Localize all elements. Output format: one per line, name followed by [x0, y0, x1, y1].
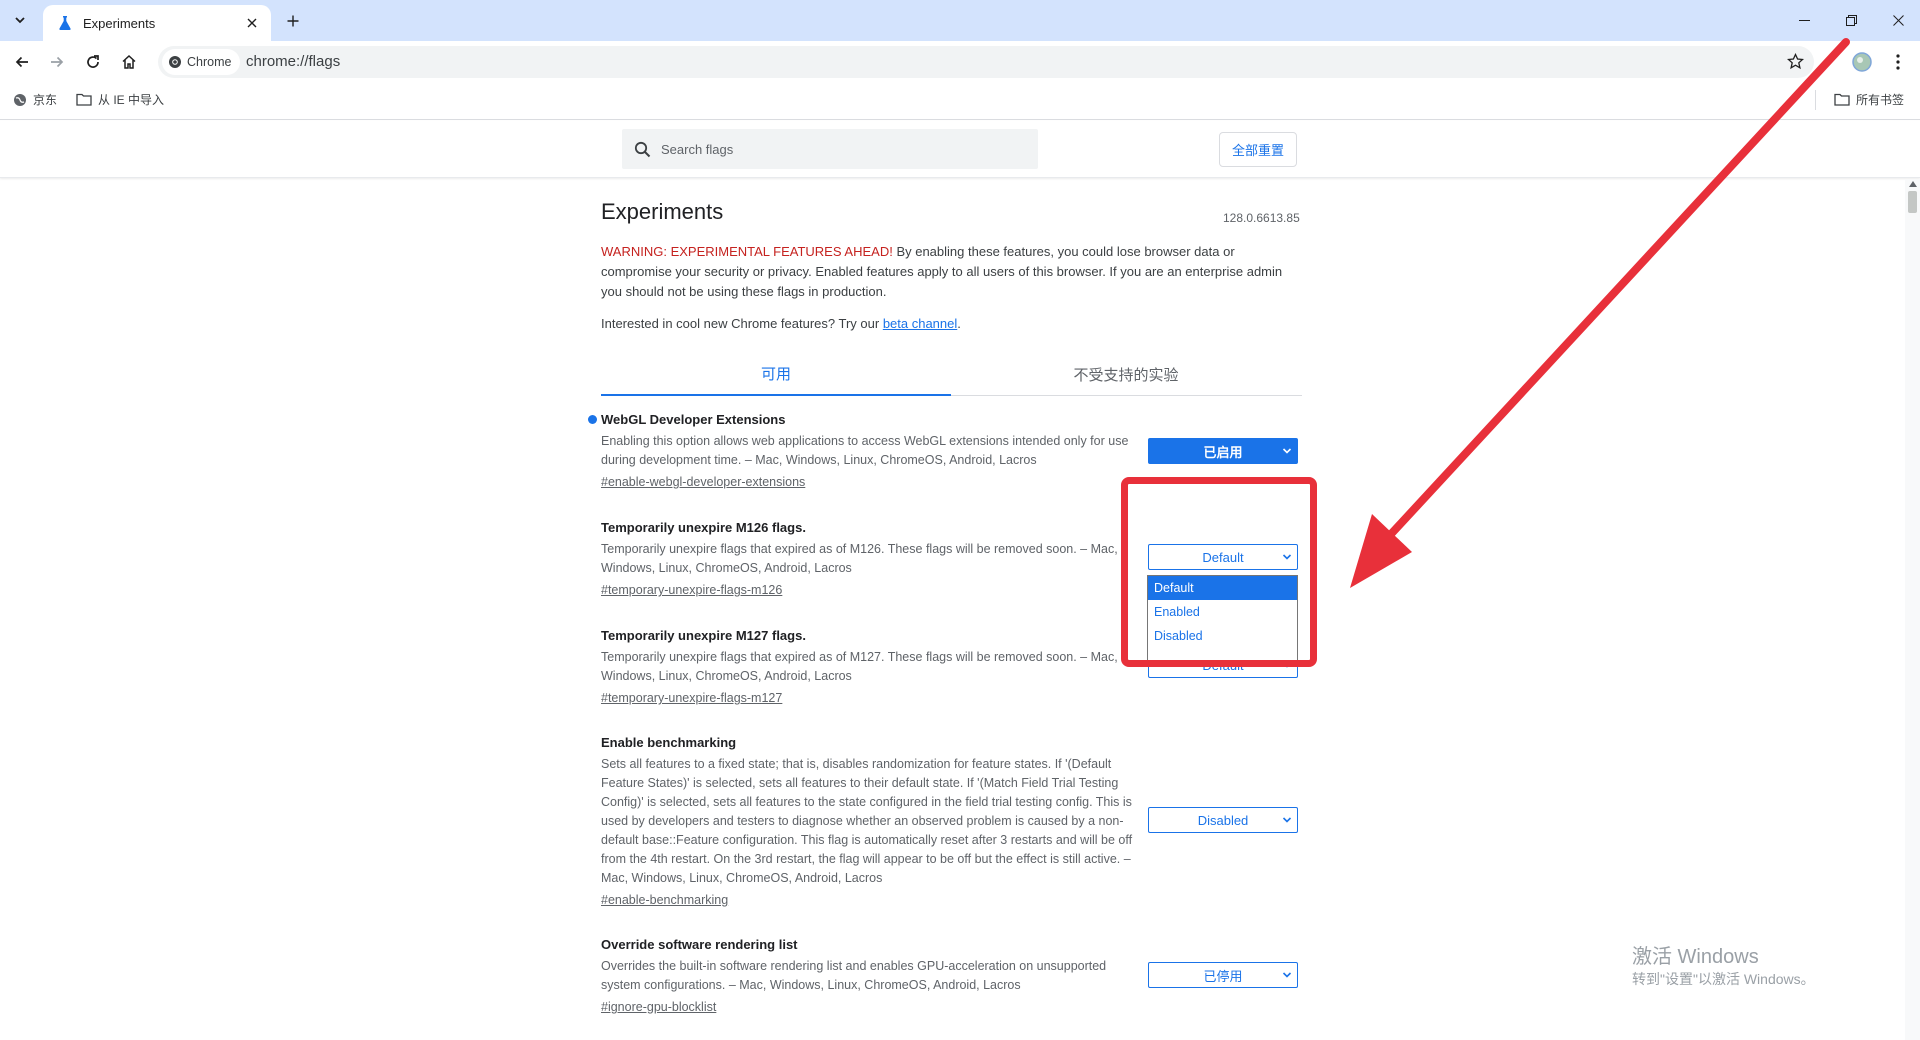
interest-end: . [957, 316, 961, 331]
home-icon [122, 54, 136, 69]
page-title: Experiments [601, 199, 724, 224]
flag-enable-benchmarking: Enable benchmarking Sets all features to… [601, 734, 1301, 909]
close-window-button[interactable] [1876, 0, 1920, 41]
flag-select[interactable]: Disabled [1148, 807, 1298, 833]
folder-icon [76, 93, 92, 106]
kebab-menu-icon [1896, 54, 1900, 70]
flag-select[interactable]: 已启用 [1148, 438, 1298, 464]
restore-button[interactable] [1829, 0, 1873, 41]
chevron-down-icon [1282, 817, 1292, 823]
search-icon [634, 141, 651, 157]
close-icon [1892, 15, 1904, 26]
warning-heading: WARNING: EXPERIMENTAL FEATURES AHEAD! [601, 244, 893, 259]
select-value: 已停用 [1203, 968, 1243, 984]
folder-icon [1834, 93, 1850, 106]
bookmark-import-ie[interactable]: 从 IE 中导入 [76, 91, 164, 108]
arrow-left-icon [15, 56, 28, 68]
minimize-icon [1798, 20, 1810, 21]
flag-link[interactable]: #temporary-unexpire-flags-m127 [601, 689, 1301, 707]
home-button[interactable] [116, 49, 142, 75]
beta-channel-link[interactable]: beta channel [883, 316, 957, 331]
url-text[interactable]: chrome://flags [246, 53, 340, 70]
restore-icon [1845, 15, 1857, 26]
profile-avatar[interactable] [1849, 49, 1875, 75]
flag-description: Temporarily unexpire flags that expired … [601, 542, 1118, 575]
bookmark-label: 京东 [33, 93, 58, 107]
avatar-icon [1852, 52, 1872, 72]
select-value: 已启用 [1203, 444, 1243, 460]
bookmarks-divider [1815, 90, 1816, 110]
tab-search-button[interactable] [7, 7, 33, 33]
scroll-up-arrow-icon[interactable] [1909, 181, 1917, 187]
flask-icon [59, 16, 71, 30]
bookmarks-bar: 京东 从 IE 中导入 所有书签 [0, 82, 1920, 120]
search-box[interactable] [622, 129, 1038, 169]
chevron-down-icon [1282, 448, 1292, 454]
menu-button[interactable] [1885, 49, 1911, 75]
flag-link[interactable]: #enable-benchmarking [601, 891, 1301, 909]
bookmark-label: 从 IE 中导入 [98, 93, 165, 107]
reset-all-button[interactable]: 全部重置 [1219, 132, 1297, 167]
plus-icon [287, 15, 299, 27]
version-label: 128.0.6613.85 [1223, 211, 1300, 225]
annotation-highlight-box [1121, 477, 1317, 667]
chevron-down-icon [15, 17, 25, 24]
address-bar[interactable]: Chrome chrome://flags [158, 46, 1814, 78]
scroll-thumb[interactable] [1908, 191, 1917, 213]
minimize-button[interactable] [1782, 0, 1826, 41]
tab-experiments[interactable]: Experiments [43, 5, 271, 41]
flags-content: Experiments 128.0.6613.85 WARNING: EXPER… [0, 179, 1905, 1040]
bookmark-jd[interactable]: 京东 [13, 91, 57, 108]
flag-name: Override software rendering list [601, 937, 798, 952]
interest-text: Interested in cool new Chrome features? … [601, 316, 883, 331]
watermark-line1: 激活 Windows [1632, 946, 1759, 968]
flag-description: Temporarily unexpire flags that expired … [601, 650, 1118, 683]
chip-label: Chrome [187, 55, 232, 69]
flags-header: 全部重置 [0, 121, 1920, 178]
tab-unavailable[interactable]: 不受支持的实验 [951, 353, 1301, 396]
select-value: Disabled [1197, 812, 1249, 828]
new-tab-button[interactable] [282, 10, 304, 32]
globe-icon [14, 93, 26, 106]
all-bookmarks-button[interactable]: 所有书签 [1834, 91, 1904, 108]
tab-available[interactable]: 可用 [601, 353, 951, 396]
flags-tabs: 可用 不受支持的实验 [601, 353, 1302, 396]
windows-activation-watermark: 激活 Windows 转到"设置"以激活 Windows。 [1632, 944, 1815, 988]
arrow-right-icon [51, 56, 64, 68]
chevron-down-icon [1282, 972, 1292, 978]
chrome-site-chip[interactable]: Chrome [162, 49, 241, 75]
search-flags-input[interactable] [659, 140, 1019, 158]
flag-description: Overrides the built-in software renderin… [601, 959, 1107, 992]
all-bookmarks-label: 所有书签 [1856, 93, 1905, 107]
chrome-logo-icon [169, 56, 181, 68]
flag-ignore-gpu-blocklist: Override software rendering list Overrid… [601, 936, 1301, 1016]
title-bar: Experiments [0, 0, 1920, 41]
watermark-line2: 转到"设置"以激活 Windows。 [1632, 971, 1815, 987]
flag-select[interactable]: 已停用 [1148, 962, 1298, 988]
reload-button[interactable] [80, 49, 106, 75]
flag-link[interactable]: #ignore-gpu-blocklist [601, 998, 1301, 1016]
flag-name: Enable benchmarking [601, 735, 737, 750]
back-button[interactable] [9, 49, 35, 75]
forward-button[interactable] [44, 49, 70, 75]
tab-title: Experiments [83, 15, 156, 31]
warning-text: WARNING: EXPERIMENTAL FEATURES AHEAD! By… [601, 242, 1301, 302]
reload-icon [87, 55, 99, 68]
modified-indicator [588, 415, 597, 424]
flag-description: Enabling this option allows web applicat… [601, 434, 1129, 467]
close-tab-icon[interactable] [243, 14, 261, 32]
flag-name: WebGL Developer Extensions [601, 412, 786, 427]
page-scrollbar[interactable] [1905, 179, 1920, 1040]
beta-channel-text: Interested in cool new Chrome features? … [601, 316, 961, 331]
toolbar: Chrome chrome://flags [0, 41, 1920, 82]
bookmark-star-icon[interactable] [1787, 53, 1804, 70]
flag-description: Sets all features to a fixed state; that… [601, 757, 1133, 885]
